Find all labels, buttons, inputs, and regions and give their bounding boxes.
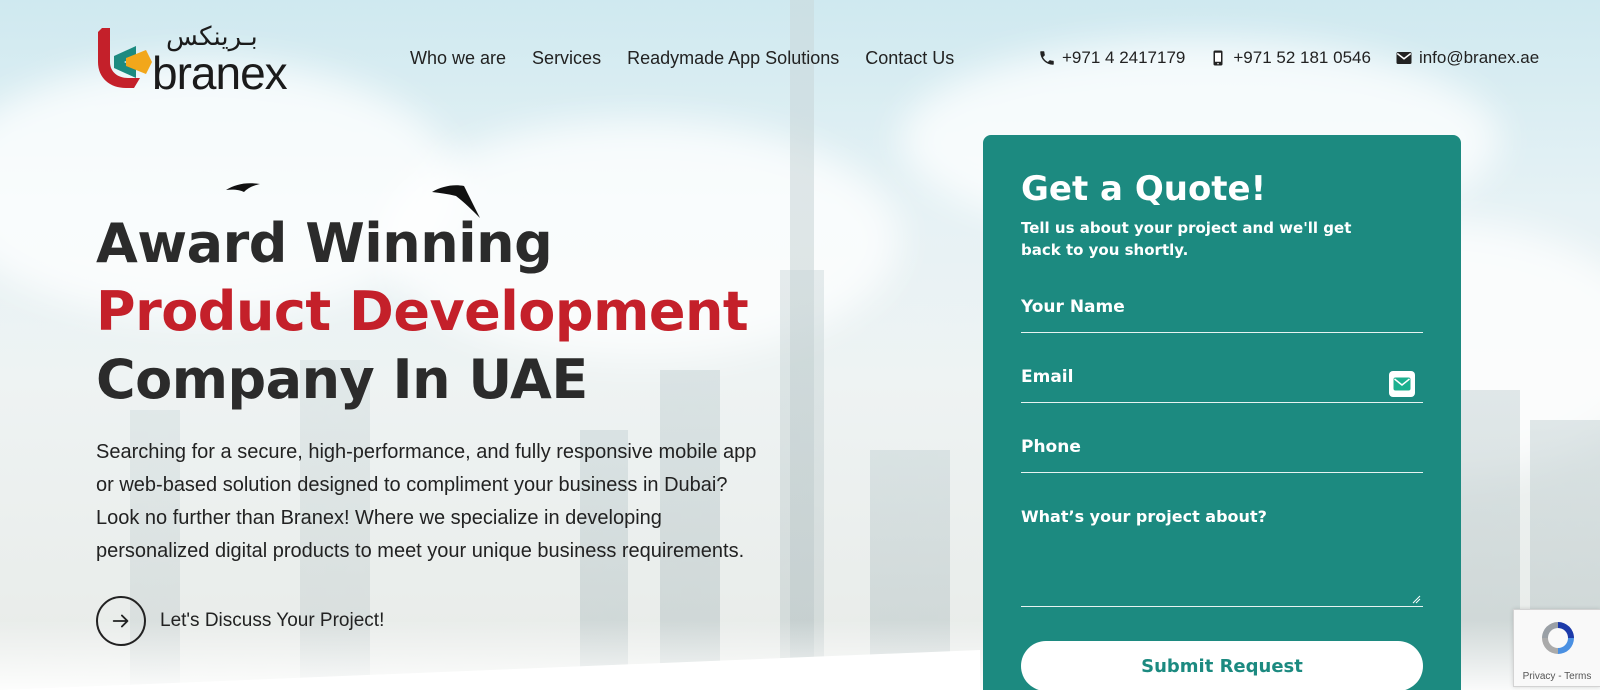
phone-contact[interactable]: +971 4 2417179: [1038, 48, 1185, 68]
hero-title-line3: Company In UAE: [96, 348, 588, 411]
bird-icon: [226, 183, 260, 192]
branex-logo-mark-icon: [98, 28, 152, 88]
hero-description: Searching for a secure, high-performance…: [96, 441, 757, 562]
recaptcha-icon: [1542, 622, 1574, 654]
name-field-wrapper: [1021, 285, 1423, 333]
branex-logo[interactable]: بـرينكس branex: [96, 22, 316, 99]
email-contact[interactable]: info@branex.ae: [1395, 48, 1539, 68]
nav-readymade-app-solutions[interactable]: Readymade App Solutions: [627, 48, 839, 69]
name-input[interactable]: [1021, 285, 1423, 317]
recaptcha-badge[interactable]: Privacy - Terms: [1513, 609, 1600, 687]
phone-number: +971 4 2417179: [1062, 48, 1186, 67]
quote-form-title: Get a Quote!: [1021, 169, 1267, 209]
arrow-right-icon[interactable]: [96, 596, 146, 646]
mobile-contact[interactable]: +971 52 181 0546: [1209, 48, 1371, 68]
resize-grip-icon[interactable]: [1411, 594, 1421, 604]
cta-label[interactable]: Let's Discuss Your Project!: [160, 610, 384, 632]
email-icon: [1396, 52, 1412, 64]
hero-title: Award Winning Product Development Compan…: [96, 210, 796, 414]
nav-contact-us[interactable]: Contact Us: [865, 48, 954, 69]
project-field-wrapper: [1021, 503, 1423, 607]
project-textarea[interactable]: [1021, 503, 1423, 603]
mobile-icon: [1213, 50, 1223, 66]
main-nav: Who we are Services Readymade App Soluti…: [410, 48, 954, 69]
nav-who-we-are[interactable]: Who we are: [410, 48, 506, 69]
header-contacts: +971 4 2417179 +971 52 181 0546 info@bra…: [1038, 48, 1539, 68]
recaptcha-terms[interactable]: Privacy - Terms: [1514, 671, 1600, 682]
hero-title-line1: Award Winning: [96, 212, 553, 275]
quote-form-subtitle: Tell us about your project and we'll get…: [1021, 219, 1352, 259]
mobile-number: +971 52 181 0546: [1233, 48, 1371, 67]
hero-section: Award Winning Product Development Compan…: [96, 210, 796, 646]
discuss-project-cta[interactable]: Let's Discuss Your Project!: [96, 596, 796, 646]
phone-input[interactable]: [1021, 425, 1423, 457]
email-input[interactable]: [1021, 355, 1423, 387]
email-address: info@branex.ae: [1418, 48, 1540, 67]
quote-form: Get a Quote! Tell us about your project …: [983, 135, 1461, 690]
site-header: بـرينكس branex Who we are Services Ready…: [0, 0, 1600, 110]
logo-wordmark: branex: [152, 47, 288, 99]
email-field-wrapper: [1021, 355, 1423, 403]
email-autofill-icon[interactable]: [1389, 371, 1415, 397]
phone-field-wrapper: [1021, 425, 1423, 473]
submit-request-button[interactable]: Submit Request: [1021, 641, 1423, 690]
hero-title-line2: Product Development: [96, 280, 749, 343]
nav-services[interactable]: Services: [532, 48, 601, 69]
phone-icon: [1040, 51, 1054, 65]
